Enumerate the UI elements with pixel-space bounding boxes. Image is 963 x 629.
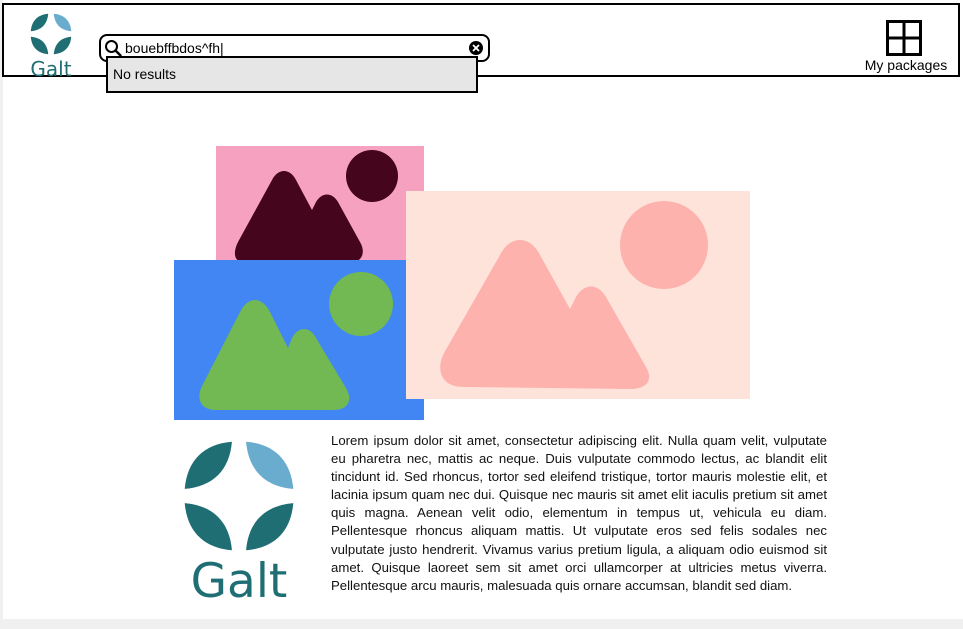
search-icon bbox=[105, 40, 122, 57]
search-results-dropdown: No results bbox=[106, 56, 478, 93]
search-input[interactable]: bouebffbdos^fh| bbox=[125, 40, 224, 56]
galt-logo-large: Galt bbox=[178, 437, 300, 609]
clear-icon[interactable] bbox=[468, 40, 484, 56]
galt-logo-icon bbox=[184, 441, 294, 551]
image-placeholder-icon bbox=[199, 272, 393, 410]
grid-icon bbox=[886, 20, 922, 56]
image-placeholder-icon bbox=[234, 150, 398, 262]
image-placeholder-blue bbox=[174, 260, 424, 420]
galt-logo-large-text: Galt bbox=[190, 554, 288, 609]
my-packages-button[interactable]: My packages bbox=[856, 17, 956, 77]
no-results-message: No results bbox=[113, 66, 177, 82]
image-placeholder-pink bbox=[216, 146, 424, 266]
galt-logo-text: Galt bbox=[30, 57, 72, 81]
image-placeholder-peach bbox=[406, 191, 750, 399]
galt-logo-icon bbox=[30, 13, 72, 55]
galt-logo[interactable]: Galt bbox=[28, 11, 74, 81]
image-placeholder-icon bbox=[440, 201, 708, 389]
my-packages-label: My packages bbox=[864, 57, 948, 73]
body-paragraph: Lorem ipsum dolor sit amet, consectetur … bbox=[331, 433, 827, 593]
